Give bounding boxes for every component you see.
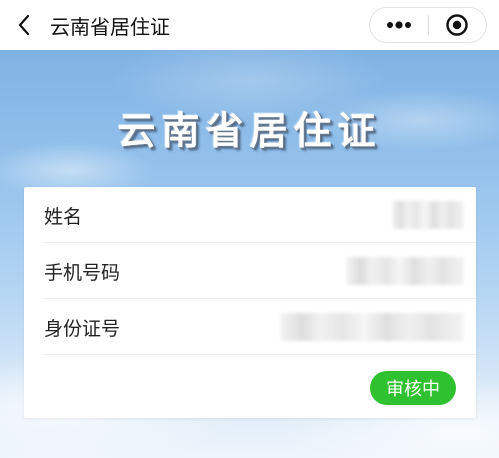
nav-bar: 云南省居住证 [0, 0, 499, 50]
info-card: 姓名 手机号码 身份证号 审核中 [24, 187, 476, 418]
id-number-label: 身份证号 [44, 317, 121, 340]
id-number-row: 身份证号 [24, 299, 476, 355]
row-divider [44, 354, 476, 355]
close-button[interactable] [429, 8, 487, 42]
phone-label: 手机号码 [44, 261, 121, 284]
target-circle-icon [446, 14, 468, 36]
banner-title: 云南省居住证 [117, 108, 382, 153]
phone-value-redacted [346, 257, 464, 285]
back-button[interactable] [4, 0, 44, 50]
chevron-left-icon [18, 14, 30, 36]
id-number-value-redacted [280, 313, 464, 341]
name-value-redacted [392, 201, 464, 229]
status-badge: 审核中 [370, 371, 456, 405]
more-dots-icon [386, 21, 411, 29]
name-label: 姓名 [44, 205, 83, 228]
more-button[interactable] [370, 8, 428, 42]
name-row: 姓名 [24, 187, 476, 243]
phone-row: 手机号码 [24, 243, 476, 299]
mini-program-capsule [369, 7, 487, 43]
page-title: 云南省居住证 [50, 14, 170, 39]
